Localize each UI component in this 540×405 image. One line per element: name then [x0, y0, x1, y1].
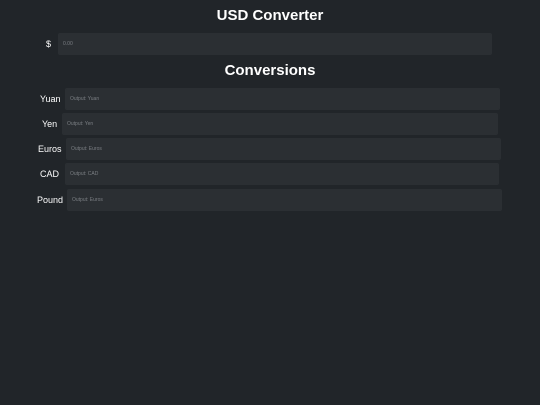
yuan-label: Yuan — [40, 94, 61, 104]
usd-converter-page: USD Converter $ Conversions Yuan Yen Eur… — [0, 0, 540, 405]
conversion-row-cad: CAD — [40, 163, 499, 185]
page-title: USD Converter — [216, 7, 324, 24]
cad-output-field[interactable] — [65, 163, 499, 185]
conversion-row-pound: Pound — [37, 189, 502, 211]
pound-output-field[interactable] — [67, 189, 502, 211]
conversion-row-yuan: Yuan — [40, 88, 500, 110]
conversions-title: Conversions — [224, 62, 316, 79]
usd-amount-input[interactable] — [58, 33, 492, 55]
euros-output-field[interactable] — [66, 138, 501, 160]
yen-output-field[interactable] — [62, 113, 498, 135]
dollar-symbol-label: $ — [46, 39, 52, 49]
conversion-row-yen: Yen — [42, 113, 498, 135]
pound-label: Pound — [37, 195, 64, 205]
cad-label: CAD — [40, 169, 60, 179]
yuan-output-field[interactable] — [65, 88, 500, 110]
euros-label: Euros — [38, 144, 62, 154]
usd-input-row: $ — [46, 33, 492, 55]
conversion-row-euros: Euros — [38, 138, 501, 160]
yen-label: Yen — [42, 119, 58, 129]
